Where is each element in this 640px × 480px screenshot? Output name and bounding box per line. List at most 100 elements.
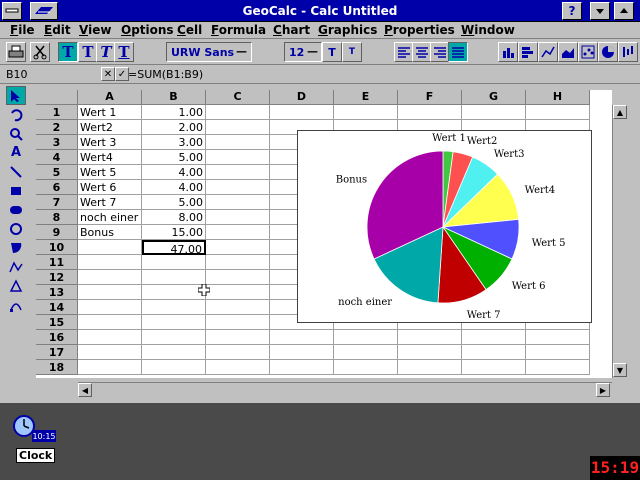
grid-cell[interactable]: 15.00 [142, 225, 206, 240]
column-header[interactable]: F [398, 90, 462, 105]
rectangle-tool[interactable] [6, 181, 26, 200]
grid-cell[interactable] [334, 105, 398, 120]
chart-column-button[interactable] [498, 42, 518, 62]
grid-cell[interactable] [206, 360, 270, 375]
column-header[interactable]: C [206, 90, 270, 105]
grid-cell[interactable] [206, 150, 270, 165]
row-header[interactable]: 14 [36, 300, 78, 315]
print-button[interactable] [6, 42, 26, 62]
grid-cell[interactable] [334, 360, 398, 375]
grid-cell[interactable] [206, 165, 270, 180]
row-header[interactable]: 11 [36, 255, 78, 270]
grid-cell[interactable] [270, 330, 334, 345]
minimize-button[interactable] [590, 2, 610, 20]
chart-pie-button[interactable] [598, 42, 618, 62]
row-header[interactable]: 12 [36, 270, 78, 285]
grid-cell[interactable] [142, 345, 206, 360]
grid-cell[interactable] [462, 345, 526, 360]
grid-corner[interactable] [36, 90, 78, 105]
scroll-right-button[interactable]: ▶ [596, 383, 610, 397]
row-header[interactable]: 2 [36, 120, 78, 135]
grid-cell[interactable] [206, 105, 270, 120]
column-header[interactable]: B [142, 90, 206, 105]
grid-cell[interactable] [462, 360, 526, 375]
grid-cell[interactable] [206, 330, 270, 345]
zoom-tool[interactable] [6, 124, 26, 143]
title-bar[interactable]: GeoCalc - Calc Untitled ? [0, 0, 640, 22]
maximize-button[interactable] [614, 2, 634, 20]
grid-cell[interactable]: Wert 5 [78, 165, 142, 180]
accept-entry-button[interactable]: ✓ [115, 67, 129, 81]
underline-button[interactable]: T [114, 42, 134, 62]
column-header[interactable]: A [78, 90, 142, 105]
row-header[interactable]: 6 [36, 180, 78, 195]
menu-formula[interactable]: Formula [211, 23, 266, 37]
grid-cell[interactable] [142, 360, 206, 375]
align-justify-button[interactable] [448, 42, 468, 62]
menu-view[interactable]: View [79, 23, 111, 37]
row-header[interactable]: 16 [36, 330, 78, 345]
grid-cell[interactable]: 5.00 [142, 150, 206, 165]
text-tool[interactable]: A [6, 143, 26, 162]
font-size-select[interactable]: 12 — [284, 42, 322, 62]
line-tool[interactable] [6, 162, 26, 181]
formula-input[interactable]: =SUM(B1:B9) [128, 68, 203, 81]
row-header[interactable]: 17 [36, 345, 78, 360]
menu-file[interactable]: File [10, 23, 35, 37]
cut-button[interactable] [30, 42, 50, 62]
grid-cell[interactable] [398, 360, 462, 375]
grid-cell[interactable] [78, 330, 142, 345]
grid-cell[interactable] [526, 345, 590, 360]
grid-cell[interactable]: Bonus [78, 225, 142, 240]
grid-cell[interactable] [142, 285, 206, 300]
column-header[interactable]: D [270, 90, 334, 105]
increase-size-button[interactable]: T [322, 42, 342, 62]
grid-cell[interactable] [206, 285, 270, 300]
grid-cell[interactable] [526, 105, 590, 120]
grid-cell[interactable] [334, 330, 398, 345]
menu-chart[interactable]: Chart [273, 23, 310, 37]
grid-cell[interactable] [206, 180, 270, 195]
help-button[interactable]: ? [562, 2, 582, 20]
pointer-tool[interactable] [6, 86, 26, 105]
grid-cell[interactable] [270, 360, 334, 375]
row-header[interactable]: 18 [36, 360, 78, 375]
row-header[interactable]: 13 [36, 285, 78, 300]
polygon-tool[interactable] [6, 276, 26, 295]
rotate-tool[interactable] [6, 105, 26, 124]
align-center-button[interactable] [412, 42, 432, 62]
menu-properties[interactable]: Properties [384, 23, 455, 37]
menu-edit[interactable]: Edit [44, 23, 71, 37]
vertical-scrollbar[interactable]: ▲ ▼ [612, 105, 628, 378]
grid-cell[interactable]: 3.00 [142, 135, 206, 150]
grid-cell[interactable] [206, 315, 270, 330]
grid-cell[interactable]: Wert 7 [78, 195, 142, 210]
grid-cell[interactable] [398, 105, 462, 120]
grid-cell[interactable]: 4.00 [142, 165, 206, 180]
grid-cell[interactable]: 4.00 [142, 180, 206, 195]
grid-cell[interactable] [462, 105, 526, 120]
grid-cell[interactable] [206, 225, 270, 240]
chart-area-button[interactable] [558, 42, 578, 62]
row-header[interactable]: 3 [36, 135, 78, 150]
grid-cell[interactable] [142, 300, 206, 315]
scroll-left-button[interactable]: ◀ [78, 383, 92, 397]
cell-reference[interactable]: B10 [6, 68, 28, 81]
grid-cell[interactable] [206, 195, 270, 210]
grid-cell[interactable] [78, 240, 142, 255]
menu-options[interactable]: Options [121, 23, 174, 37]
grid-cell[interactable] [398, 330, 462, 345]
clock-app-icon[interactable]: 10:15 [12, 414, 58, 446]
grid-cell[interactable] [270, 105, 334, 120]
row-header[interactable]: 5 [36, 165, 78, 180]
scroll-up-button[interactable]: ▲ [613, 105, 627, 119]
grid-cell[interactable] [206, 345, 270, 360]
grid-cell[interactable] [142, 270, 206, 285]
grid-cell[interactable]: Wert 3 [78, 135, 142, 150]
grid-cell[interactable] [206, 120, 270, 135]
menu-graphics[interactable]: Graphics [318, 23, 377, 37]
grid-cell[interactable] [142, 330, 206, 345]
grid-cell[interactable]: Wert4 [78, 150, 142, 165]
column-header[interactable]: H [526, 90, 590, 105]
grid-cell[interactable] [78, 300, 142, 315]
